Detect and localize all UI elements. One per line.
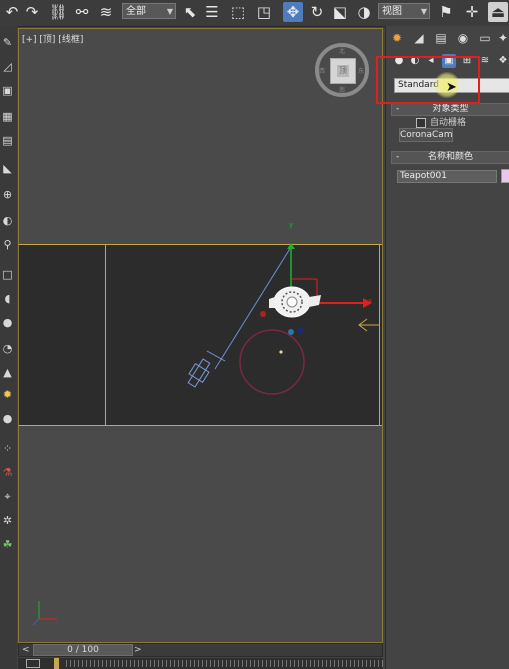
track-bar-ticks <box>66 660 383 667</box>
light-center-dot <box>279 350 283 354</box>
align-icon[interactable]: ✛ <box>462 2 482 22</box>
light-icon[interactable]: ▤ <box>0 134 15 148</box>
select-by-name-icon[interactable]: ☰ <box>202 2 222 22</box>
frame-display: 0 / 100 <box>67 645 99 655</box>
viewcube[interactable]: 顶 北 南 东 西 <box>315 43 369 97</box>
next-frame-arrow[interactable]: > <box>134 644 142 656</box>
sun-icon[interactable]: ✹ <box>0 388 15 402</box>
autogrid-checkbox[interactable] <box>416 117 426 128</box>
object-color-swatch[interactable] <box>501 169 509 183</box>
command-panel: ✹ ◢ ▤ ◉ ▭ ✦ ● ◐ ◂ ▣ ⊞ ≋ ❖ Standard - 对象类… <box>385 26 509 669</box>
object-type-title: 对象类型 <box>432 104 469 114</box>
name-color-title: 名称和颜色 <box>427 152 473 162</box>
name-color-rollout[interactable]: - 名称和颜色 <box>391 151 509 164</box>
viewcube-west[interactable]: 西 <box>319 66 325 75</box>
particle-icon[interactable]: ⌖ <box>0 490 15 504</box>
teapot-object[interactable] <box>269 286 321 318</box>
pivot-dot-navy <box>298 327 304 333</box>
redo-icon[interactable]: ↷ <box>22 2 42 22</box>
create-icon[interactable]: ✹ <box>388 29 406 47</box>
coord-system-dropdown[interactable]: 视图 ▼ <box>378 3 430 19</box>
undo-icon[interactable]: ↶ <box>2 2 22 22</box>
brush-icon[interactable]: ✎ <box>0 36 15 50</box>
track-bar-filter-icon[interactable] <box>26 659 40 668</box>
image-icon[interactable]: ▣ <box>0 84 15 98</box>
sphere-icon[interactable]: □ <box>0 268 15 282</box>
cone-icon[interactable]: ◔ <box>0 342 15 356</box>
pivot-dot-blue <box>288 329 294 335</box>
track-bar-current-frame <box>54 658 59 669</box>
coord-system-value: 视图 <box>382 6 402 17</box>
helper-icon[interactable]: ⊕ <box>0 188 15 202</box>
mouse-cursor-icon: ➤ <box>446 80 457 95</box>
cylinder-icon[interactable]: ◖ <box>0 292 15 306</box>
systems-icon[interactable]: ❖ <box>496 54 509 68</box>
scene-svg: y x <box>32 221 380 626</box>
wrench-icon[interactable]: ☘ <box>0 538 15 552</box>
link-icon[interactable]: ⛓ <box>48 2 68 22</box>
camera-icon[interactable]: ◣ <box>0 162 15 176</box>
autogrid-row[interactable]: 自动栅格 <box>416 115 467 128</box>
top-viewport[interactable]: [+] [顶] [线框] y x 顶 北 南 东 西 <box>18 28 383 643</box>
autogrid-label: 自动栅格 <box>430 118 467 128</box>
torus-icon[interactable]: ▲ <box>0 366 15 380</box>
camera-object[interactable] <box>187 350 226 388</box>
object-name-field[interactable]: Teapot001 <box>397 170 497 183</box>
command-panel-tabs: ✹ ◢ ▤ ◉ ▭ ✦ <box>386 26 509 50</box>
world-axis-tripod <box>32 601 57 626</box>
time-slider-bar: < 0 / 100 > <box>18 643 383 657</box>
move-icon[interactable]: ✥ <box>283 2 303 22</box>
plane-icon[interactable]: ● <box>0 412 15 426</box>
time-slider[interactable]: 0 / 100 <box>33 644 133 656</box>
viewcube-cube[interactable]: 顶 <box>330 58 356 84</box>
coronacam-button[interactable]: CoronaCam <box>399 128 453 142</box>
shape-icon[interactable]: ▦ <box>0 110 15 124</box>
motion-icon[interactable]: ◉ <box>454 29 472 47</box>
rotate-icon[interactable]: ↻ <box>307 2 327 22</box>
viewcube-south[interactable]: 南 <box>339 85 345 94</box>
unlink-icon[interactable]: ⚯ <box>72 2 92 22</box>
scale-icon[interactable]: ⬕ <box>330 2 350 22</box>
utilities-icon[interactable]: ✦ <box>494 29 509 47</box>
main-toolbar: ↶ ↷ ⛓ ⚯ ≋ 全部 ▼ ⬉ ☰ ⬚ ◳ ✥ ↻ ⬕ ◑ 视图 ▼ ⚑ ✛ ⏏ <box>0 0 509 27</box>
hierarchy-icon[interactable]: ▤ <box>432 29 450 47</box>
selection-filter-value: 全部 <box>126 6 146 17</box>
selection-filter-dropdown[interactable]: 全部 ▼ <box>122 3 176 19</box>
select-place-icon[interactable]: ◑ <box>354 2 374 22</box>
pivot-icon[interactable]: ⚑ <box>436 2 456 22</box>
light-falloff-circle <box>239 329 305 395</box>
pin-icon[interactable]: ✲ <box>0 514 15 528</box>
gizmo-y-label: y <box>289 221 293 229</box>
modify-icon[interactable]: ◢ <box>410 29 428 47</box>
viewcube-north[interactable]: 北 <box>339 46 345 55</box>
window-crossing-icon[interactable]: ◳ <box>254 2 274 22</box>
spacewarps-icon[interactable]: ≋ <box>478 54 492 68</box>
pivot-dot-red <box>260 311 266 317</box>
gizmo-x-label: x <box>368 297 372 305</box>
teapot-icon[interactable]: ● <box>0 316 15 330</box>
paint-icon[interactable]: ⚗ <box>0 466 15 480</box>
bind-space-warp-icon[interactable]: ≋ <box>96 2 116 22</box>
target-icon[interactable]: ⁘ <box>0 442 15 456</box>
box-icon[interactable]: ⚲ <box>0 238 15 252</box>
ribbon-icon[interactable]: ◿ <box>0 60 15 74</box>
spacewarp-icon[interactable]: ◐ <box>0 214 15 228</box>
left-toolbar: ✎ ◿ ▣ ▦ ▤ ◣ ⊕ ◐ ⚲ □ ◖ ● ◔ ▲ ✹ ● ⁘ ⚗ ⌖ ✲ … <box>0 26 17 669</box>
display-icon[interactable]: ▭ <box>476 29 494 47</box>
prev-frame-arrow[interactable]: < <box>22 644 30 656</box>
viewcube-east[interactable]: 东 <box>358 66 364 75</box>
viewcube-face[interactable]: 顶 <box>337 65 349 77</box>
track-bar[interactable] <box>18 658 383 669</box>
highlight-box <box>376 56 480 104</box>
rect-region-icon[interactable]: ⬚ <box>228 2 248 22</box>
select-icon[interactable]: ⬉ <box>180 2 200 22</box>
command-panel-icon[interactable]: ⏏ <box>488 2 508 22</box>
